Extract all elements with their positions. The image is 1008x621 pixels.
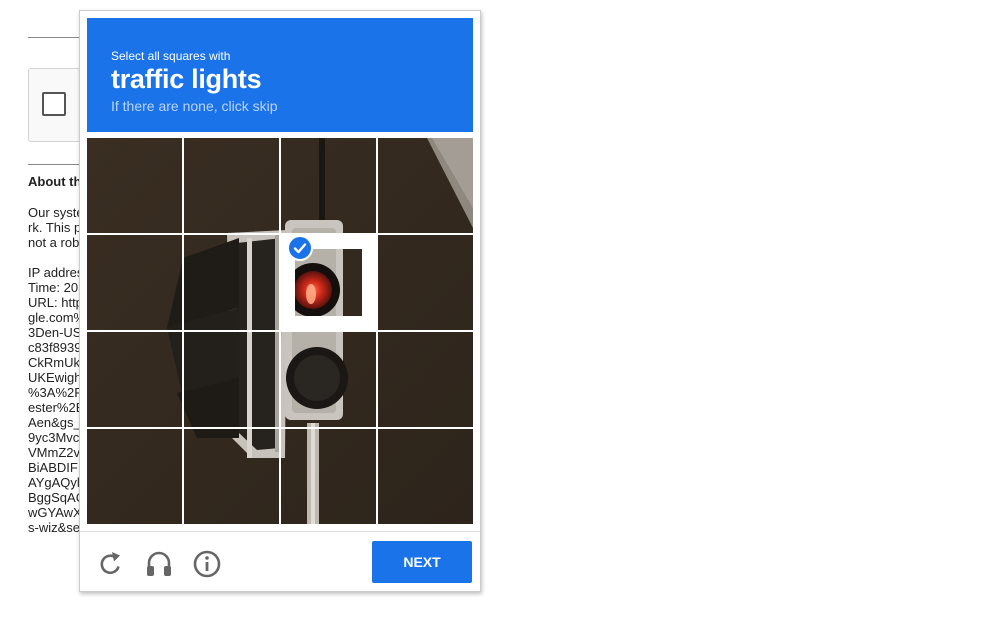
image-tile-r1c4[interactable] [378, 138, 473, 233]
request-detail-line: BiABDIF [28, 460, 78, 475]
image-tile-r4c3[interactable] [281, 429, 376, 524]
grid-line-vertical [376, 138, 378, 524]
challenge-header: Select all squares with traffic lights I… [87, 18, 473, 132]
captcha-challenge-popup: Select all squares with traffic lights I… [79, 10, 481, 592]
request-detail-line: Aen&gs_ [28, 415, 81, 430]
request-detail-line: wGYAwX [28, 505, 82, 520]
image-grid [87, 138, 473, 524]
request-detail-line: CkRmUk [28, 355, 80, 370]
request-detail-line: gle.com% [28, 310, 86, 325]
image-tile-r3c2[interactable] [184, 332, 279, 427]
image-tile-r1c2[interactable] [184, 138, 279, 233]
image-tile-r1c3[interactable] [281, 138, 376, 233]
request-detail-line: BggSqAC [28, 490, 86, 505]
request-detail-line: s-wiz&se [28, 520, 81, 535]
request-detail-line: Time: 20 [28, 280, 79, 295]
skip-hint-text: If there are none, click skip [111, 98, 278, 114]
selected-check-icon [287, 235, 313, 261]
grid-line-horizontal [87, 330, 473, 332]
image-tile-r3c4[interactable] [378, 332, 473, 427]
next-button[interactable]: NEXT [372, 541, 472, 583]
about-text-line: rk. This p [28, 220, 82, 235]
image-tile-r2c1[interactable] [87, 235, 182, 330]
request-detail-line: 3Den-US [28, 325, 82, 340]
request-detail-line: c83f8939 [28, 340, 82, 355]
image-tile-r1c1[interactable] [87, 138, 182, 233]
request-detail-line: 9yc3Mvc [28, 430, 80, 445]
image-tile-r4c2[interactable] [184, 429, 279, 524]
image-tile-r3c1[interactable] [87, 332, 182, 427]
recaptcha-checkbox[interactable] [42, 92, 66, 116]
image-tile-r4c1[interactable] [87, 429, 182, 524]
grid-line-horizontal [87, 427, 473, 429]
image-tile-r2c4[interactable] [378, 235, 473, 330]
reload-icon[interactable] [94, 547, 128, 581]
about-text-line: Our syste [28, 205, 84, 220]
image-tile-r2c2[interactable] [184, 235, 279, 330]
footer-divider [80, 531, 480, 532]
info-icon[interactable] [190, 547, 224, 581]
request-detail-line: %3A%2F [28, 385, 83, 400]
about-heading: About th [28, 174, 82, 189]
request-detail-line: AYgAQyl [28, 475, 80, 490]
image-tile-r3c3[interactable] [281, 332, 376, 427]
request-detail-line: IP addres [28, 265, 84, 280]
request-detail-line: ester%2E [28, 400, 85, 415]
request-detail-line: UKEwigh [28, 370, 82, 385]
instruction-text: Select all squares with [111, 49, 231, 63]
target-object-text: traffic lights [111, 64, 262, 94]
about-text-line: not a rob [28, 235, 80, 250]
request-detail-line: URL: http [28, 295, 83, 310]
request-detail-line: VMmZ2v [28, 445, 80, 460]
image-tile-r4c4[interactable] [378, 429, 473, 524]
headphones-icon[interactable] [142, 547, 176, 581]
